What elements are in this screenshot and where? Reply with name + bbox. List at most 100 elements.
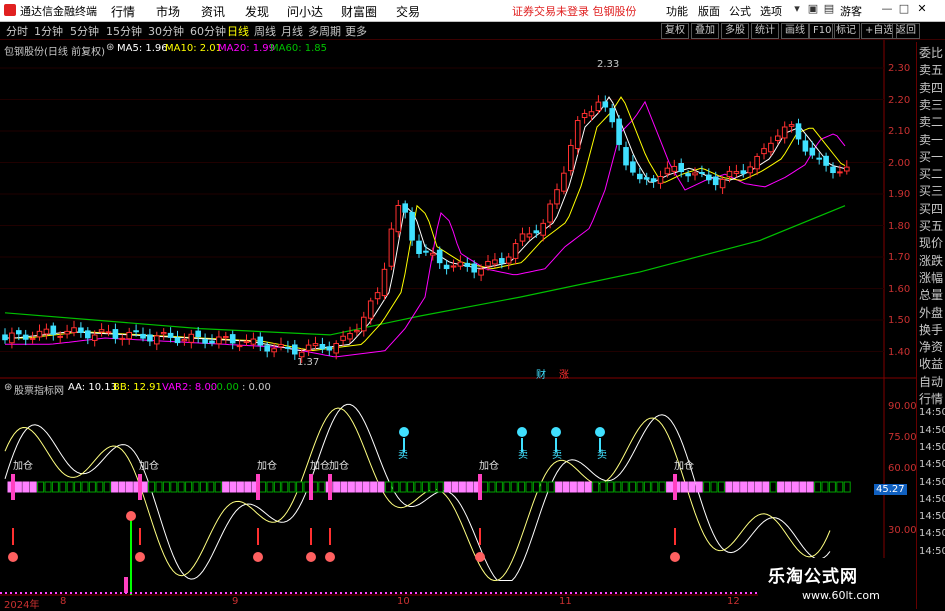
- band-cell: [540, 481, 548, 493]
- period-15min[interactable]: 15分钟: [106, 23, 142, 39]
- side-panel-item[interactable]: 外盘: [919, 304, 943, 321]
- add-signal: 加仓: [13, 461, 33, 472]
- trade-login-notice[interactable]: 证券交易未登录 包钢股份: [512, 3, 637, 19]
- menu-faxian[interactable]: 发现: [245, 3, 269, 20]
- add-signal: 加仓: [674, 461, 694, 472]
- grid-icon[interactable]: ▤: [822, 2, 836, 16]
- side-panel-item[interactable]: 14:50: [919, 546, 945, 557]
- candle-body: [174, 337, 181, 344]
- multi-stock-button[interactable]: 多股: [721, 23, 749, 39]
- period-monthly[interactable]: 月线: [281, 23, 303, 39]
- back-button[interactable]: 返回: [892, 23, 920, 39]
- watermark-url: www.60lt.com: [802, 589, 880, 602]
- side-panel-item[interactable]: 14:50: [919, 442, 945, 453]
- candle-body: [367, 300, 374, 319]
- menu-caifuquan[interactable]: 财富圈: [341, 3, 377, 20]
- period-5min[interactable]: 5分钟: [70, 23, 99, 39]
- cai-marker[interactable]: 财: [536, 366, 546, 381]
- band-cell: [59, 481, 67, 493]
- side-panel-item[interactable]: 买一: [919, 148, 943, 165]
- side-panel-item[interactable]: 卖五: [919, 61, 943, 78]
- period-more[interactable]: 更多: [345, 23, 367, 39]
- period-weekly[interactable]: 周线: [254, 23, 276, 39]
- side-panel-item[interactable]: 买四: [919, 200, 943, 217]
- period-1min[interactable]: 1分钟: [34, 23, 63, 39]
- menu-gongshi[interactable]: 公式: [729, 3, 751, 19]
- candle-body: [671, 165, 678, 172]
- candle-body: [167, 332, 174, 338]
- side-panel-item[interactable]: 涨跌: [919, 252, 943, 269]
- kline-chart[interactable]: [0, 40, 916, 609]
- side-panel-item[interactable]: 买五: [919, 217, 943, 234]
- side-panel-item[interactable]: 14:50: [919, 477, 945, 488]
- zhang-marker[interactable]: 涨: [559, 366, 569, 381]
- candle-body: [305, 344, 312, 351]
- side-panel-item[interactable]: 换手: [919, 321, 943, 338]
- menu-hangqing[interactable]: 行情: [111, 3, 135, 20]
- candle-body: [568, 144, 574, 172]
- menu-jiaoyi[interactable]: 交易: [396, 3, 420, 20]
- band-cell: [318, 481, 326, 493]
- overlay-button[interactable]: 叠加: [691, 23, 719, 39]
- candle-body: [561, 172, 567, 192]
- menu-zixun[interactable]: 资讯: [201, 3, 225, 20]
- minimize-icon[interactable]: —: [880, 2, 894, 16]
- side-panel-item[interactable]: 自动: [919, 373, 943, 390]
- add-dot: [306, 552, 316, 562]
- grid: [0, 67, 884, 352]
- side-panel-item[interactable]: 卖二: [919, 113, 943, 130]
- menu-shichang[interactable]: 市场: [156, 3, 180, 20]
- side-panel-item[interactable]: 行情: [919, 390, 943, 407]
- menu-banmian[interactable]: 版面: [698, 3, 720, 19]
- band-cell: [96, 481, 104, 493]
- menu-wenxiaoda[interactable]: 问小达: [287, 3, 323, 20]
- menu-xuanxiang[interactable]: 选项: [760, 3, 782, 19]
- side-panel-item[interactable]: 14:50: [919, 425, 945, 436]
- side-panel-item[interactable]: 卖四: [919, 79, 943, 96]
- candle-body: [719, 178, 726, 189]
- side-panel-item[interactable]: 14:50: [919, 494, 945, 505]
- user-label[interactable]: 游客: [840, 3, 862, 19]
- period-fenshi[interactable]: 分时: [6, 23, 28, 39]
- draw-line-button[interactable]: 画线: [781, 23, 809, 39]
- side-panel-item[interactable]: 买三: [919, 182, 943, 199]
- add-signal: 加仓: [139, 461, 159, 472]
- candle-body: [581, 112, 588, 119]
- candle-body: [485, 260, 491, 267]
- maximize-icon[interactable]: □: [897, 2, 911, 16]
- ma5-path: [5, 96, 846, 352]
- period-60min[interactable]: 60分钟: [190, 23, 226, 39]
- side-panel-item[interactable]: 卖三: [919, 96, 943, 113]
- close-icon[interactable]: ✕: [915, 2, 929, 16]
- side-panel-item[interactable]: 收益: [919, 355, 943, 372]
- ind-current-value: 45.27: [874, 484, 907, 495]
- period-multi[interactable]: 多周期: [308, 23, 341, 39]
- stats-button[interactable]: 统计: [751, 23, 779, 39]
- side-panel-item[interactable]: 净资: [919, 338, 943, 355]
- side-panel-item[interactable]: 14:50: [919, 511, 945, 522]
- period-daily[interactable]: 日线: [227, 23, 249, 39]
- side-panel-item[interactable]: 14:50: [919, 407, 945, 418]
- side-panel-item[interactable]: 14:50: [919, 528, 945, 539]
- band-cell: [185, 481, 193, 493]
- band-cell: [384, 481, 392, 493]
- band-cell: [569, 481, 577, 493]
- side-panel-item[interactable]: 涨幅: [919, 269, 943, 286]
- menu-gongneng[interactable]: 功能: [666, 3, 688, 19]
- mark-button[interactable]: 标记: [832, 23, 860, 39]
- dropdown-icon[interactable]: ▾: [790, 2, 804, 16]
- side-panel-item[interactable]: 总量: [919, 286, 943, 303]
- fuquan-button[interactable]: 复权: [661, 23, 689, 39]
- price-tick: 1.70: [888, 252, 911, 263]
- side-panel-item[interactable]: 卖一: [919, 131, 943, 148]
- side-panel-item[interactable]: 现价: [919, 234, 943, 251]
- side-panel-item[interactable]: 委比: [919, 44, 943, 61]
- user-icon[interactable]: ▣: [806, 2, 820, 16]
- candle-body: [754, 155, 760, 170]
- period-30min[interactable]: 30分钟: [148, 23, 184, 39]
- candle-body: [512, 243, 519, 259]
- band-cell: [799, 481, 807, 493]
- side-panel-item[interactable]: 买二: [919, 165, 943, 182]
- candle-body: [119, 337, 126, 340]
- side-panel-item[interactable]: 14:50: [919, 459, 945, 470]
